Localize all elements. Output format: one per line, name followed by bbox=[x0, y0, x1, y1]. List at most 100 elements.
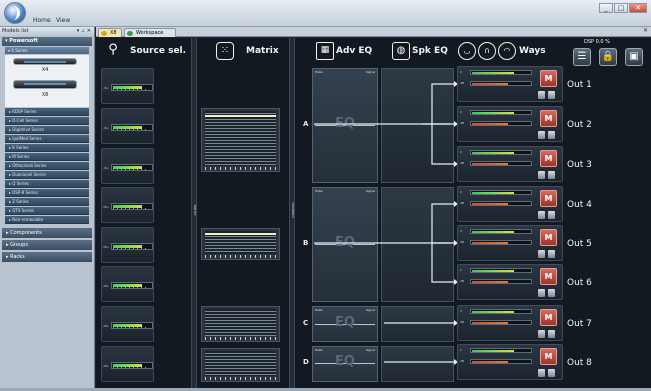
source-select-icon[interactable]: ⚲ bbox=[104, 42, 122, 60]
section-racks[interactable]: Racks bbox=[2, 252, 92, 262]
input-strip[interactable]: dBu bbox=[101, 108, 154, 144]
tab-workspace[interactable]: Workspace bbox=[124, 28, 176, 37]
eq-mute-toggle[interactable]: Mute bbox=[315, 348, 323, 352]
series-item[interactable]: DSP-8 Series bbox=[5, 189, 89, 197]
output-copy-icon[interactable] bbox=[548, 250, 555, 258]
matrix-grid-icon[interactable]: ⁙ bbox=[216, 42, 234, 60]
spk-eq-block-d[interactable] bbox=[381, 346, 454, 382]
list-view-icon[interactable]: ☰ bbox=[573, 48, 591, 66]
output-strip[interactable]: VdB M bbox=[457, 66, 563, 102]
output-mute-button[interactable]: M bbox=[540, 150, 557, 167]
crossover-curve-icon[interactable]: ∩ bbox=[478, 42, 496, 60]
series-item[interactable]: D-Cell Series bbox=[5, 117, 89, 125]
maximize-button[interactable]: □ bbox=[614, 3, 628, 13]
input-strip[interactable]: dBu bbox=[101, 306, 154, 342]
series-item[interactable]: Ottocanali Series bbox=[5, 162, 89, 170]
output-mute-button[interactable]: M bbox=[540, 309, 557, 326]
output-strip[interactable]: VdB M bbox=[457, 146, 563, 182]
output-mute-button[interactable]: M bbox=[540, 229, 557, 246]
menu-home[interactable]: Home bbox=[33, 17, 51, 24]
series-item[interactable]: QTS Series bbox=[5, 207, 89, 215]
x8-amplifier-image[interactable] bbox=[13, 80, 77, 89]
eq-mute-toggle[interactable]: Mute bbox=[315, 308, 323, 312]
input-strip[interactable]: dBu bbox=[101, 227, 154, 263]
output-strip[interactable]: VdB M bbox=[457, 186, 563, 222]
output-copy-icon[interactable] bbox=[548, 369, 555, 377]
output-strip[interactable]: VdB M bbox=[457, 264, 563, 300]
output-strip[interactable]: VdB M bbox=[457, 106, 563, 142]
output-settings-icon[interactable] bbox=[538, 211, 545, 219]
output-mute-button[interactable]: M bbox=[540, 268, 557, 285]
series-item[interactable]: Z Series bbox=[5, 198, 89, 206]
spk-eq-block-b[interactable] bbox=[381, 187, 454, 302]
series-item[interactable]: Digidrive Series bbox=[5, 126, 89, 134]
output-mute-button[interactable]: M bbox=[540, 348, 557, 365]
output-mute-button[interactable]: M bbox=[540, 70, 557, 87]
app-logo-icon[interactable] bbox=[4, 2, 26, 24]
output-copy-icon[interactable] bbox=[548, 171, 555, 179]
section-groups[interactable]: Groups bbox=[2, 240, 92, 250]
spk-eq-block-a[interactable] bbox=[381, 68, 454, 183]
output-settings-icon[interactable] bbox=[538, 289, 545, 297]
series-item[interactable]: IpalMod Series bbox=[5, 135, 89, 143]
crossover-highpass-icon[interactable]: ◠ bbox=[498, 42, 516, 60]
eq-mute-toggle[interactable]: Mute bbox=[315, 70, 323, 74]
gain-label: dB bbox=[460, 201, 464, 205]
eq-mute-toggle[interactable]: Mute bbox=[315, 189, 323, 193]
dsp-workspace: ⚲ Source sel. ⁙ Matrix ▦ Adv EQ ◍ Spk EQ… bbox=[96, 38, 651, 388]
output-copy-icon[interactable] bbox=[548, 131, 555, 139]
input-strip[interactable]: dBu bbox=[101, 187, 154, 223]
adv-eq-block-c[interactable]: Mute Signal EQ bbox=[312, 306, 378, 342]
adv-eq-block-a[interactable]: Mute Signal EQ bbox=[312, 68, 378, 183]
inputs-bar-label: INPUTS bbox=[193, 204, 197, 216]
output-settings-icon[interactable] bbox=[538, 330, 545, 338]
input-strip[interactable]: dBu bbox=[101, 148, 154, 184]
input-strip[interactable]: dBu bbox=[101, 346, 154, 382]
spk-eq-block-c[interactable] bbox=[381, 306, 454, 342]
voltage-label: V bbox=[460, 150, 463, 154]
output-copy-icon[interactable] bbox=[548, 211, 555, 219]
series-item[interactable]: Q Series bbox=[5, 180, 89, 188]
matrix-block-d[interactable] bbox=[201, 348, 280, 382]
speaker-icon[interactable]: ◍ bbox=[392, 42, 410, 60]
tab-x8[interactable]: X8 bbox=[98, 28, 122, 37]
output-copy-icon[interactable] bbox=[548, 289, 555, 297]
output-copy-icon[interactable] bbox=[548, 330, 555, 338]
series-item[interactable]: M Series bbox=[5, 153, 89, 161]
series-item[interactable]: KDSP Series bbox=[5, 108, 89, 116]
output-settings-icon[interactable] bbox=[538, 91, 545, 99]
matrix-block-c[interactable] bbox=[201, 306, 280, 342]
output-settings-icon[interactable] bbox=[538, 369, 545, 377]
output-copy-icon[interactable] bbox=[548, 91, 555, 99]
output-mute-button[interactable]: M bbox=[540, 190, 557, 207]
lock-icon[interactable]: 🔒 bbox=[599, 48, 617, 66]
output-settings-icon[interactable] bbox=[538, 250, 545, 258]
matrix-block-ab[interactable] bbox=[201, 108, 280, 172]
output-settings-icon[interactable] bbox=[538, 131, 545, 139]
output-settings-icon[interactable] bbox=[538, 171, 545, 179]
close-button[interactable]: ✕ bbox=[629, 3, 647, 13]
input-strip[interactable]: dBu bbox=[101, 266, 154, 302]
input-strip[interactable]: dBu bbox=[101, 68, 154, 104]
output-strip[interactable]: VdB M bbox=[457, 305, 563, 341]
section-components[interactable]: Components bbox=[2, 228, 92, 238]
adv-eq-block-d[interactable]: Mute Signal EQ bbox=[312, 346, 378, 382]
tab-close-icon[interactable]: ✕ bbox=[643, 27, 648, 34]
matrix-block-b[interactable] bbox=[201, 228, 280, 260]
save-icon[interactable]: ▣ bbox=[625, 48, 643, 66]
adv-eq-block-b[interactable]: Mute Signal EQ bbox=[312, 187, 378, 302]
crossover-ways-icon[interactable]: ◡ bbox=[458, 42, 476, 60]
output-mute-button[interactable]: M bbox=[540, 110, 557, 127]
output-strip[interactable]: VdB M bbox=[457, 225, 563, 261]
series-item[interactable]: Duecanali Series bbox=[5, 171, 89, 179]
powersoft-group[interactable]: ▾ Powersoft bbox=[2, 37, 92, 46]
panel-pin-icon[interactable]: ▾ ⊥ ✕ bbox=[77, 27, 91, 36]
adv-eq-icon[interactable]: ▦ bbox=[316, 42, 334, 60]
menu-view[interactable]: View bbox=[56, 17, 70, 24]
minimize-button[interactable]: _ bbox=[599, 3, 613, 13]
output-strip[interactable]: VdB M bbox=[457, 344, 563, 380]
series-item[interactable]: K Series bbox=[5, 144, 89, 152]
series-item[interactable]: Non-removable bbox=[5, 216, 89, 224]
x4-amplifier-image[interactable] bbox=[13, 58, 77, 65]
x-series-group[interactable]: ▾ X Series bbox=[5, 47, 89, 54]
